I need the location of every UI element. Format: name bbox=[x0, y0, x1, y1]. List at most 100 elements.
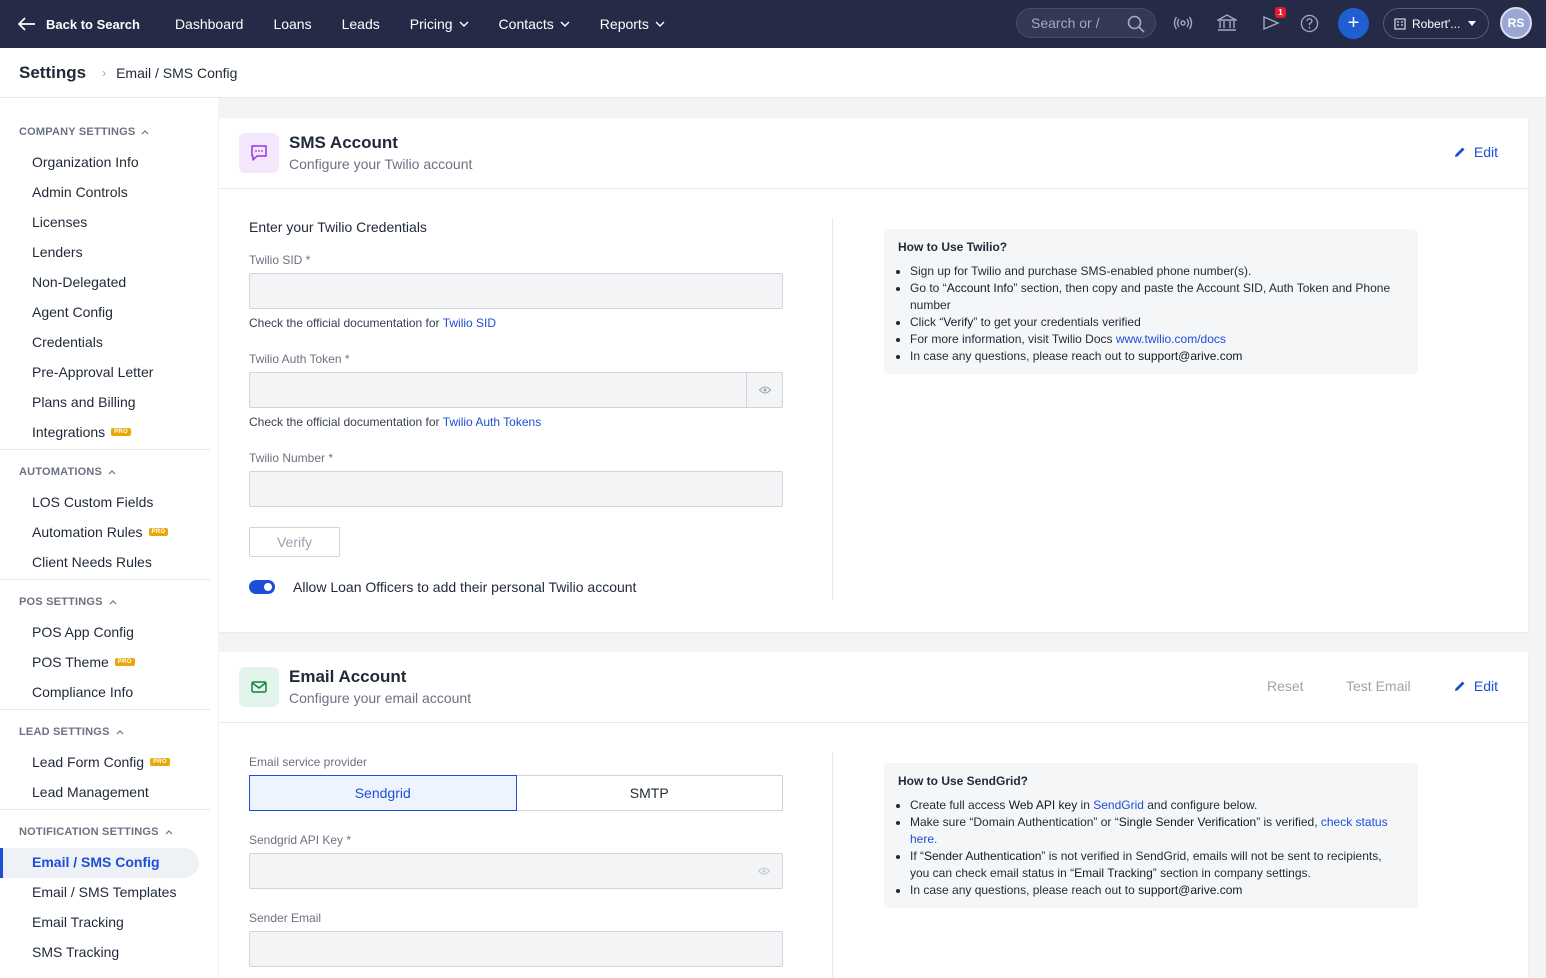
sidebar-item-agent-config[interactable]: Agent Config bbox=[32, 304, 113, 320]
provider-sendgrid-option[interactable]: Sendgrid bbox=[249, 775, 517, 811]
sender-email-input[interactable] bbox=[249, 931, 783, 967]
sendgrid-api-key-input[interactable] bbox=[249, 853, 783, 889]
twilio-sid-doc-link[interactable]: Twilio SID bbox=[443, 316, 496, 330]
add-button[interactable]: + bbox=[1338, 8, 1369, 39]
email-provider-selector: Sendgrid SMTP bbox=[249, 775, 783, 811]
sidebar-item-lead-management[interactable]: Lead Management bbox=[32, 784, 149, 800]
sidebar-item-label: Integrations bbox=[32, 424, 106, 440]
help-list-item: If “Sender Authentication” is not verifi… bbox=[910, 848, 1404, 882]
sidebar-section-pos-settings[interactable]: POS SETTINGS bbox=[19, 596, 117, 608]
pro-badge: PRO bbox=[114, 658, 135, 666]
avatar[interactable]: RS bbox=[1500, 7, 1532, 39]
bank-icon[interactable] bbox=[1217, 14, 1237, 32]
sidebar-item-pos-theme[interactable]: POS Theme PRO bbox=[32, 654, 135, 670]
sidebar-item-lead-form-config[interactable]: Lead Form Config PRO bbox=[32, 754, 170, 770]
sidebar-item-non-delegated[interactable]: Non-Delegated bbox=[32, 274, 126, 290]
twilio-number-input[interactable] bbox=[249, 471, 783, 507]
chevron-up-icon bbox=[142, 129, 149, 134]
sidebar-item-los-custom-fields[interactable]: LOS Custom Fields bbox=[32, 494, 153, 510]
verify-button[interactable]: Verify bbox=[249, 527, 340, 557]
help-list-item: For more information, visit Twilio Docs … bbox=[910, 331, 1404, 348]
column-divider bbox=[832, 218, 833, 600]
nav-item-loans[interactable]: Loans bbox=[273, 16, 311, 32]
sidebar-item-email-tracking[interactable]: Email Tracking bbox=[32, 914, 124, 930]
sidebar-item-licenses[interactable]: Licenses bbox=[32, 214, 87, 230]
help-text: In case any questions, please reach out … bbox=[910, 349, 1139, 363]
sidebar-section-lead-settings[interactable]: LEAD SETTINGS bbox=[19, 726, 124, 738]
sidebar-item-label: Compliance Info bbox=[32, 684, 134, 700]
help-link[interactable]: SendGrid bbox=[1093, 798, 1144, 812]
sidebar-item-label: POS App Config bbox=[32, 624, 134, 640]
sidebar-item-organization-info[interactable]: Organization Info bbox=[32, 154, 139, 170]
building-icon bbox=[1394, 18, 1406, 29]
chevron-up-icon bbox=[109, 599, 117, 604]
page-title[interactable]: Settings bbox=[19, 63, 86, 83]
twilio-help-panel: How to Use Twilio? Sign up for Twilio an… bbox=[884, 229, 1418, 374]
company-selector[interactable]: Robert'... bbox=[1383, 8, 1489, 39]
sidebar-section-company-settings[interactable]: COMPANY SETTINGS bbox=[19, 126, 149, 138]
help-list-item: In case any questions, please reach out … bbox=[910, 882, 1404, 899]
help-link[interactable]: www.twilio.com/docs bbox=[1116, 332, 1226, 346]
nav-item-contacts[interactable]: Contacts bbox=[499, 16, 570, 32]
sms-card-title: SMS Account bbox=[289, 133, 398, 152]
sidebar-item-integrations[interactable]: Integrations PRO bbox=[32, 424, 132, 440]
sidebar-item-plans-and-billing[interactable]: Plans and Billing bbox=[32, 394, 136, 410]
sidebar-section-automations[interactable]: AUTOMATIONS bbox=[19, 466, 116, 478]
sidebar-section-title: AUTOMATIONS bbox=[19, 466, 103, 478]
nav-item-label: Reports bbox=[599, 16, 649, 32]
email-provider-label: Email service provider bbox=[249, 755, 368, 769]
allow-personal-twilio-toggle[interactable] bbox=[249, 580, 275, 594]
sidebar-item-pre-approval-letter[interactable]: Pre-Approval Letter bbox=[32, 364, 153, 380]
sendgrid-help-title: How to Use SendGrid? bbox=[898, 774, 1029, 788]
help-text: Account Info bbox=[946, 281, 1014, 295]
pencil-icon bbox=[1454, 147, 1465, 157]
sidebar-item-label: Credentials bbox=[32, 334, 103, 350]
reset-button[interactable]: Reset bbox=[1267, 678, 1304, 694]
sidebar-item-automation-rules[interactable]: Automation Rules PRO bbox=[32, 524, 169, 540]
nav-item-pricing[interactable]: Pricing bbox=[410, 16, 469, 32]
help-list-item: Make sure “Domain Authentication” or “Si… bbox=[910, 814, 1404, 848]
twilio-token-doc-link[interactable]: Twilio Auth Tokens bbox=[443, 415, 542, 429]
sidebar-item-pos-app-config[interactable]: POS App Config bbox=[32, 624, 134, 640]
sidebar-divider bbox=[0, 579, 210, 580]
nav-item-reports[interactable]: Reports bbox=[600, 16, 665, 32]
help-text: If “ bbox=[910, 849, 924, 863]
sidebar-item-email-sms-templates[interactable]: Email / SMS Templates bbox=[32, 884, 176, 900]
sidebar-item-compliance-info[interactable]: Compliance Info bbox=[32, 684, 133, 700]
sidebar-item-email-sms-config[interactable]: Email / SMS Config bbox=[32, 854, 160, 870]
help-list-item: Sign up for Twilio and purchase SMS-enab… bbox=[910, 263, 1404, 280]
show-api-key-button[interactable] bbox=[746, 854, 782, 888]
chevron-up-icon bbox=[116, 729, 124, 734]
email-edit-button[interactable]: Edit bbox=[1454, 678, 1498, 694]
twilio-sid-input[interactable] bbox=[249, 273, 783, 309]
broadcast-icon[interactable] bbox=[1173, 14, 1193, 32]
test-email-button[interactable]: Test Email bbox=[1346, 678, 1411, 694]
sidebar-item-credentials[interactable]: Credentials bbox=[32, 334, 103, 350]
sidebar-item-sms-tracking[interactable]: SMS Tracking bbox=[32, 944, 119, 960]
help-icon[interactable] bbox=[1300, 14, 1319, 33]
provider-smtp-option[interactable]: SMTP bbox=[516, 775, 783, 811]
nav-item-dashboard[interactable]: Dashboard bbox=[175, 16, 244, 32]
email-card-icon-box bbox=[239, 667, 279, 707]
twilio-auth-token-input[interactable] bbox=[249, 372, 783, 408]
back-to-search-link[interactable]: Back to Search bbox=[18, 17, 140, 32]
search-input[interactable]: Search or / bbox=[1016, 8, 1156, 38]
sidebar-item-label: Pre-Approval Letter bbox=[32, 364, 154, 380]
settings-sidebar: COMPANY SETTINGS Organization Info Admin C… bbox=[0, 98, 218, 978]
sidebar-item-label: Non-Delegated bbox=[32, 274, 127, 290]
sidebar-item-label: Lead Management bbox=[32, 784, 149, 800]
email-account-card: Email Account Configure your email accou… bbox=[219, 652, 1528, 978]
help-text: Make sure “Domain Authentication” or “ bbox=[910, 815, 1119, 829]
arrow-left-icon bbox=[18, 17, 35, 31]
sms-edit-button[interactable]: Edit bbox=[1454, 144, 1498, 160]
sidebar-item-lenders[interactable]: Lenders bbox=[32, 244, 83, 260]
sidebar-divider bbox=[0, 449, 210, 450]
nav-item-leads[interactable]: Leads bbox=[342, 16, 380, 32]
sidebar-item-admin-controls[interactable]: Admin Controls bbox=[32, 184, 128, 200]
sidebar-section-notification-settings[interactable]: NOTIFICATION SETTINGS bbox=[19, 826, 173, 838]
breadcrumb: Settings › Email / SMS Config bbox=[0, 48, 1546, 98]
sidebar-section-title: POS SETTINGS bbox=[19, 596, 103, 608]
show-token-button[interactable] bbox=[746, 373, 782, 407]
email-card-subtitle: Configure your email account bbox=[289, 690, 472, 706]
sidebar-item-client-needs-rules[interactable]: Client Needs Rules bbox=[32, 554, 152, 570]
